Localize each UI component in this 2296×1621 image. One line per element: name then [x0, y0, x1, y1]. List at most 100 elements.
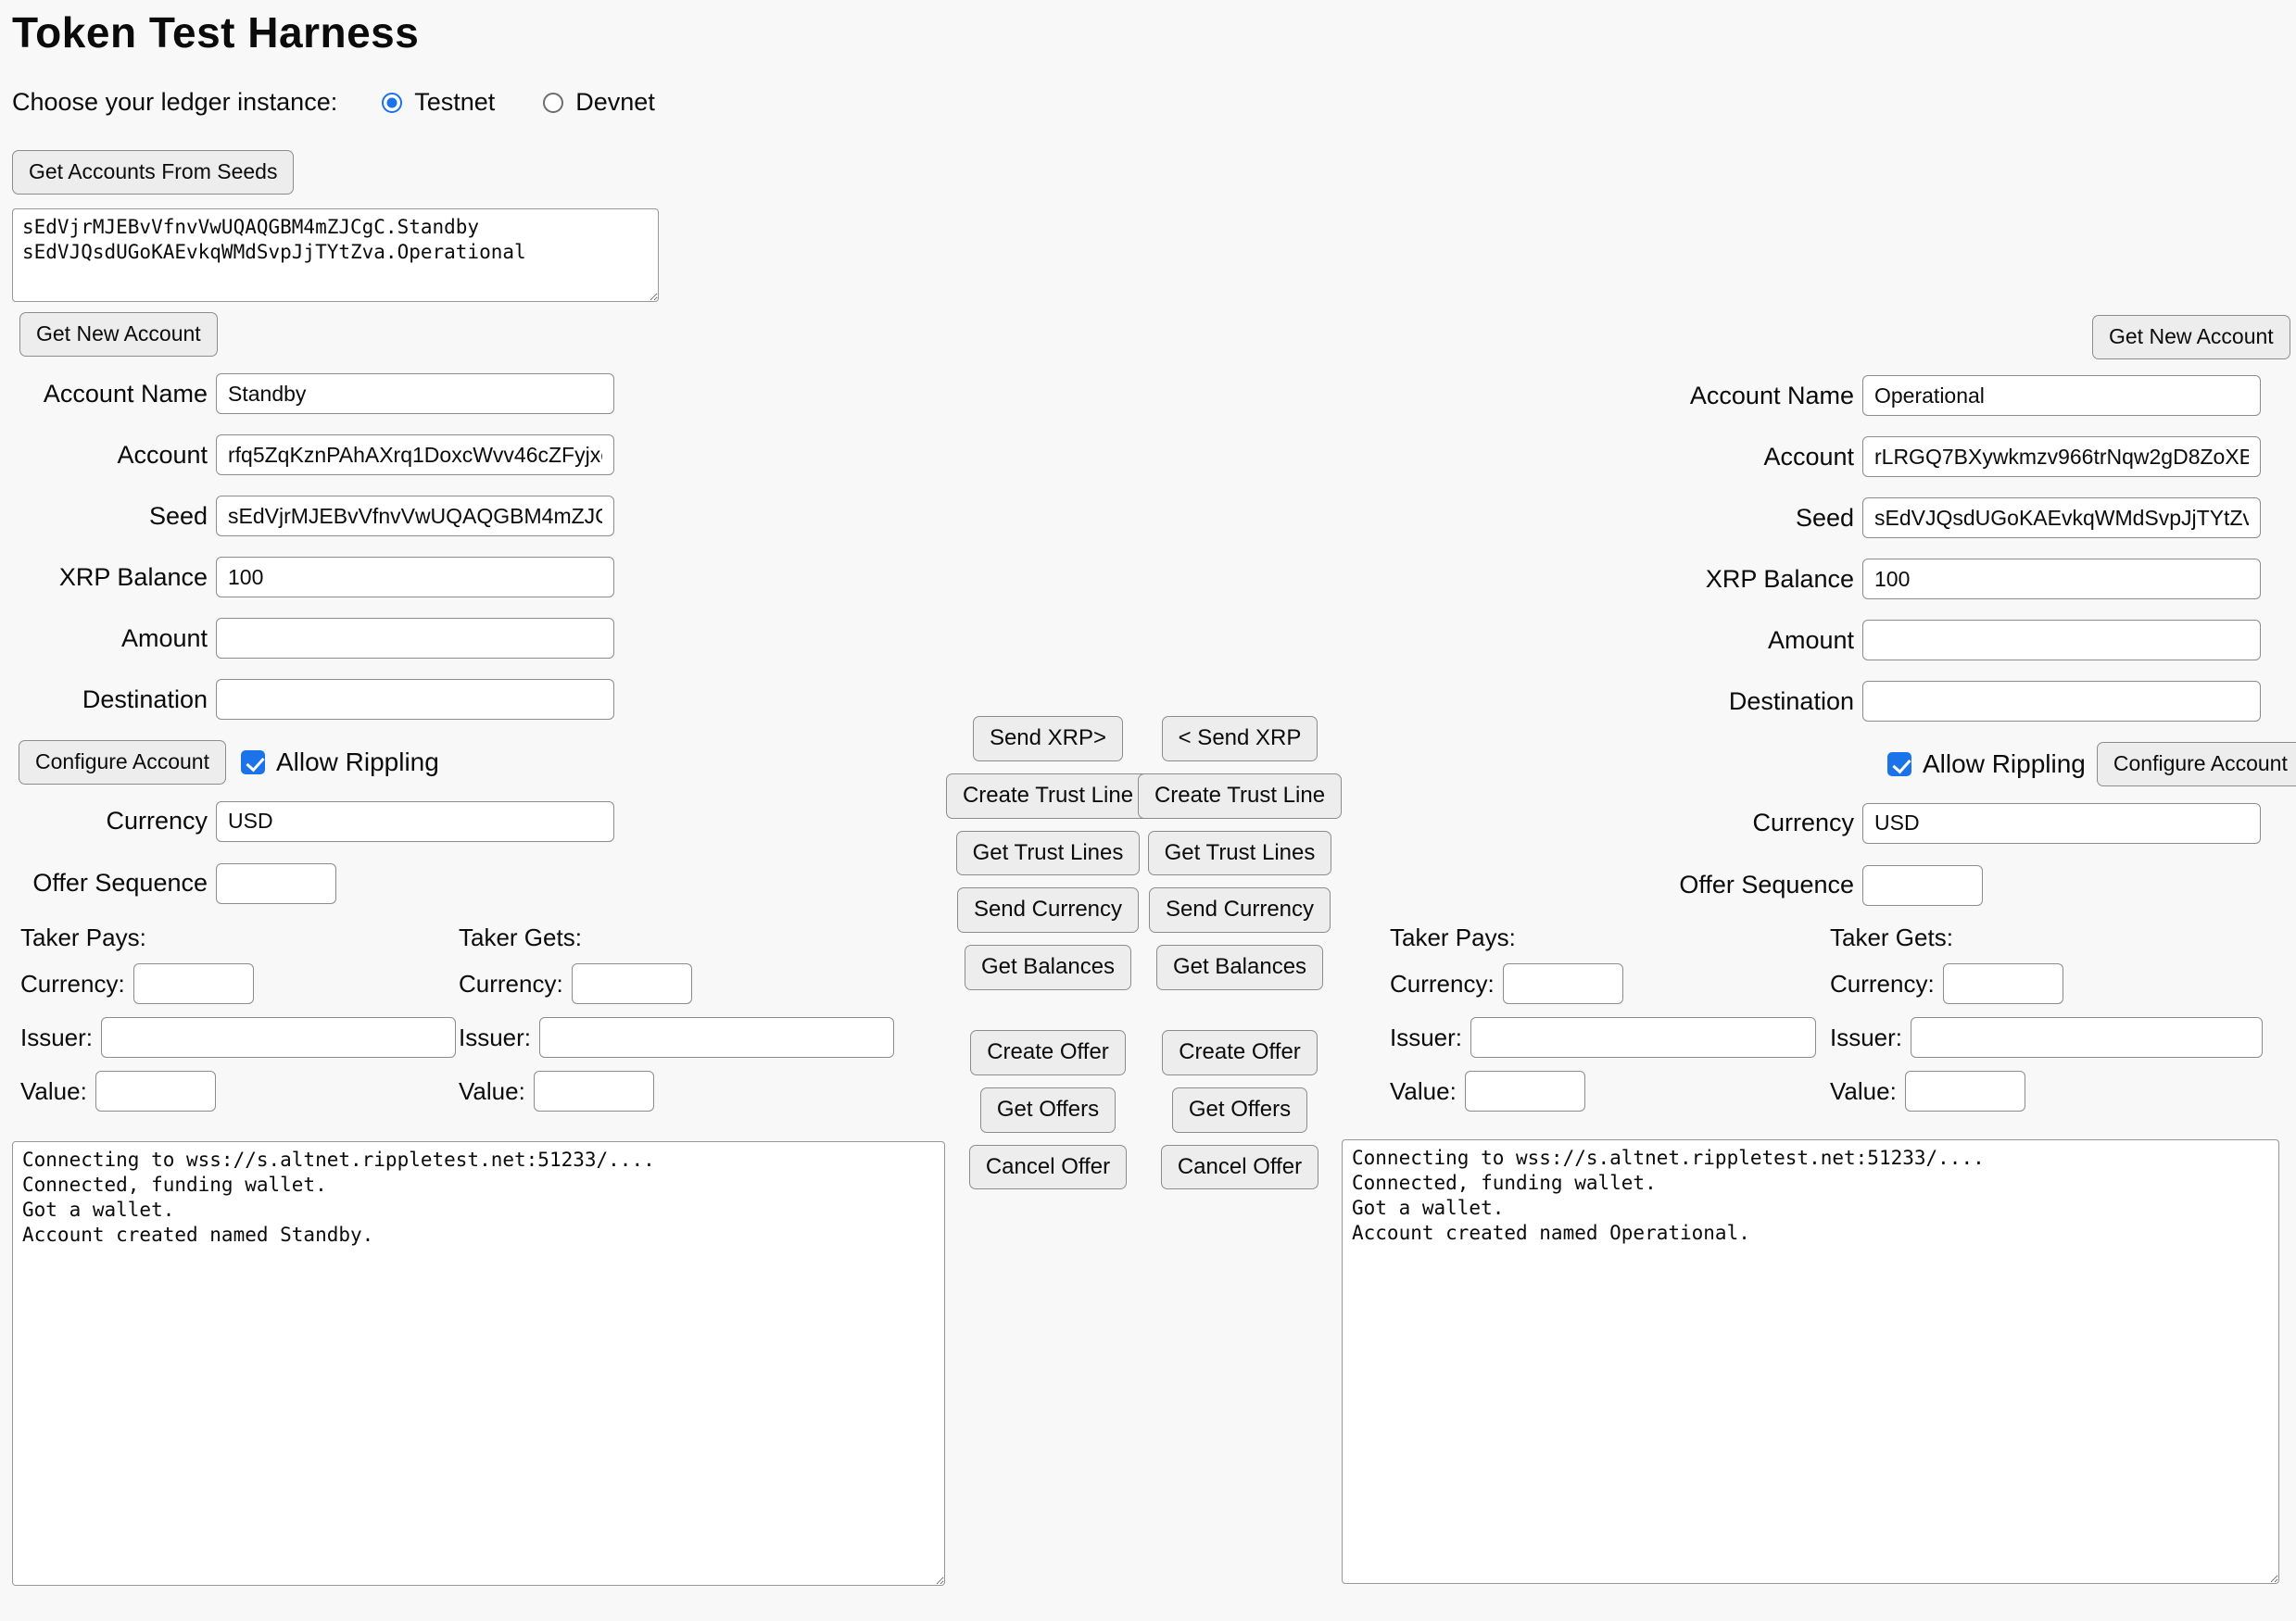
operational-allow-rippling-label: Allow Rippling: [1923, 749, 2086, 779]
standby-taker-gets-issuer-input[interactable]: [539, 1017, 894, 1058]
operational-destination-label: Destination: [1557, 687, 1862, 716]
operational-create-trust-line-button[interactable]: Create Trust Line: [1138, 773, 1342, 819]
standby-account-name-input[interactable]: [216, 373, 614, 414]
operational-xrp-balance-label: XRP Balance: [1557, 565, 1862, 594]
testnet-radio-label[interactable]: Testnet: [414, 88, 495, 117]
standby-create-offer-button[interactable]: Create Offer: [970, 1030, 1126, 1075]
standby-get-offers-button[interactable]: Get Offers: [980, 1087, 1116, 1133]
operational-allow-rippling-checkbox[interactable]: [1887, 752, 1911, 776]
operational-currency-input[interactable]: [1862, 803, 2261, 844]
standby-get-balances-button[interactable]: Get Balances: [965, 945, 1131, 990]
standby-seed-label: Seed: [0, 502, 216, 531]
standby-currency-input[interactable]: [216, 801, 614, 842]
operational-seed-label: Seed: [1557, 504, 1862, 533]
standby-taker-pays-value-label: Value:: [20, 1077, 87, 1106]
standby-cancel-offer-button[interactable]: Cancel Offer: [969, 1145, 1127, 1190]
standby-taker-pays-currency-label: Currency:: [20, 970, 125, 999]
devnet-radio-group[interactable]: Devnet: [543, 88, 655, 117]
standby-currency-label: Currency: [0, 807, 216, 836]
operational-configure-account-button[interactable]: Configure Account: [2097, 742, 2296, 786]
standby-taker-gets-currency-label: Currency:: [459, 970, 563, 999]
standby-taker-pays-heading: Taker Pays:: [20, 924, 456, 952]
standby-taker-pays-value-input[interactable]: [95, 1071, 216, 1112]
operational-send-currency-button[interactable]: Send Currency: [1149, 887, 1331, 933]
operational-actions-column: < Send XRP Create Trust Line Get Trust L…: [1147, 716, 1332, 1201]
operational-taker-pays-currency-label: Currency:: [1390, 970, 1495, 999]
standby-send-xrp-button[interactable]: Send XRP>: [973, 716, 1123, 761]
standby-account-input[interactable]: [216, 434, 614, 475]
operational-cancel-offer-button[interactable]: Cancel Offer: [1161, 1145, 1318, 1190]
operational-get-balances-button[interactable]: Get Balances: [1156, 945, 1323, 990]
operational-offer-sequence-input[interactable]: [1862, 865, 1983, 906]
operational-xrp-balance-input[interactable]: [1862, 559, 2261, 599]
standby-taker-pays-issuer-input[interactable]: [101, 1017, 456, 1058]
standby-taker-gets-value-input[interactable]: [534, 1071, 654, 1112]
standby-account-form: Account Name Account Seed XRP Balance Am…: [0, 373, 630, 924]
operational-taker-gets-currency-input[interactable]: [1943, 963, 2063, 1004]
operational-get-new-account-button[interactable]: Get New Account: [2092, 315, 2290, 359]
seeds-textarea[interactable]: sEdVjrMJEBvVfnvVwUQAQGBM4mZJCgC.Standby …: [12, 208, 659, 302]
get-accounts-from-seeds-button[interactable]: Get Accounts From Seeds: [12, 150, 294, 195]
operational-results-textarea[interactable]: Connecting to wss://s.altnet.rippletest.…: [1342, 1139, 2279, 1584]
operational-seed-input[interactable]: [1862, 497, 2261, 538]
standby-allow-rippling-label: Allow Rippling: [276, 748, 439, 777]
standby-taker-gets-heading: Taker Gets:: [459, 924, 894, 952]
operational-offer-sequence-label: Offer Sequence: [1557, 871, 1862, 899]
standby-xrp-balance-label: XRP Balance: [0, 563, 216, 592]
operational-taker-pays-value-label: Value:: [1390, 1077, 1457, 1106]
operational-get-trust-lines-button[interactable]: Get Trust Lines: [1148, 831, 1332, 876]
standby-create-trust-line-button[interactable]: Create Trust Line: [946, 773, 1150, 819]
standby-seed-input[interactable]: [216, 496, 614, 536]
operational-taker-gets-issuer-input[interactable]: [1911, 1017, 2263, 1058]
standby-taker-gets-issuer-label: Issuer:: [459, 1024, 531, 1052]
operational-account-name-label: Account Name: [1557, 382, 1862, 410]
operational-taker-gets-issuer-label: Issuer:: [1830, 1024, 1902, 1052]
operational-taker-gets-value-input[interactable]: [1905, 1071, 2025, 1112]
standby-amount-input[interactable]: [216, 618, 614, 659]
operational-taker-pays-value-input[interactable]: [1465, 1071, 1585, 1112]
ledger-instance-label: Choose your ledger instance:: [12, 88, 337, 117]
standby-taker-pays: Taker Pays: Currency: Issuer: Value:: [20, 924, 456, 1125]
operational-account-form: Account Name Account Seed XRP Balance Am…: [1557, 375, 2289, 926]
standby-get-new-account-button[interactable]: Get New Account: [19, 312, 218, 357]
devnet-radio[interactable]: [543, 93, 563, 113]
operational-taker-gets-value-label: Value:: [1830, 1077, 1897, 1106]
operational-amount-input[interactable]: [1862, 620, 2261, 660]
standby-offer-sequence-input[interactable]: [216, 863, 336, 904]
standby-results-textarea[interactable]: Connecting to wss://s.altnet.rippletest.…: [12, 1141, 945, 1586]
ledger-selector: Choose your ledger instance: Testnet Dev…: [12, 88, 655, 117]
testnet-radio-group[interactable]: Testnet: [382, 88, 495, 117]
standby-configure-account-button[interactable]: Configure Account: [19, 740, 226, 785]
operational-taker-gets-heading: Taker Gets:: [1830, 924, 2263, 952]
standby-taker-gets-value-label: Value:: [459, 1077, 525, 1106]
operational-taker-pays-issuer-input[interactable]: [1470, 1017, 1816, 1058]
standby-send-currency-button[interactable]: Send Currency: [957, 887, 1139, 933]
operational-currency-label: Currency: [1557, 809, 1862, 837]
operational-account-name-input[interactable]: [1862, 375, 2261, 416]
standby-allow-rippling-checkbox[interactable]: [241, 750, 265, 774]
operational-send-xrp-button[interactable]: < Send XRP: [1162, 716, 1318, 761]
devnet-radio-label[interactable]: Devnet: [575, 88, 655, 117]
operational-taker-pays-currency-input[interactable]: [1503, 963, 1623, 1004]
standby-xrp-balance-input[interactable]: [216, 557, 614, 597]
standby-offer-sequence-label: Offer Sequence: [0, 869, 216, 898]
operational-taker-gets: Taker Gets: Currency: Issuer: Value:: [1830, 924, 2263, 1125]
standby-destination-input[interactable]: [216, 679, 614, 720]
standby-taker-pays-issuer-label: Issuer:: [20, 1024, 93, 1052]
standby-amount-label: Amount: [0, 624, 216, 653]
operational-account-input[interactable]: [1862, 436, 2261, 477]
operational-taker-pays-heading: Taker Pays:: [1390, 924, 1816, 952]
standby-taker-gets-currency-input[interactable]: [572, 963, 692, 1004]
testnet-radio[interactable]: [382, 93, 402, 113]
token-test-harness-page: Token Test Harness Choose your ledger in…: [0, 0, 2296, 1621]
operational-create-offer-button[interactable]: Create Offer: [1162, 1030, 1318, 1075]
operational-get-offers-button[interactable]: Get Offers: [1172, 1087, 1307, 1133]
operational-taker-pays-issuer-label: Issuer:: [1390, 1024, 1462, 1052]
operational-account-label: Account: [1557, 443, 1862, 471]
standby-get-trust-lines-button[interactable]: Get Trust Lines: [956, 831, 1141, 876]
standby-actions-column: Send XRP> Create Trust Line Get Trust Li…: [955, 716, 1141, 1201]
operational-destination-input[interactable]: [1862, 681, 2261, 722]
operational-taker-gets-currency-label: Currency:: [1830, 970, 1935, 999]
operational-taker-pays: Taker Pays: Currency: Issuer: Value:: [1390, 924, 1816, 1125]
standby-taker-pays-currency-input[interactable]: [133, 963, 254, 1004]
